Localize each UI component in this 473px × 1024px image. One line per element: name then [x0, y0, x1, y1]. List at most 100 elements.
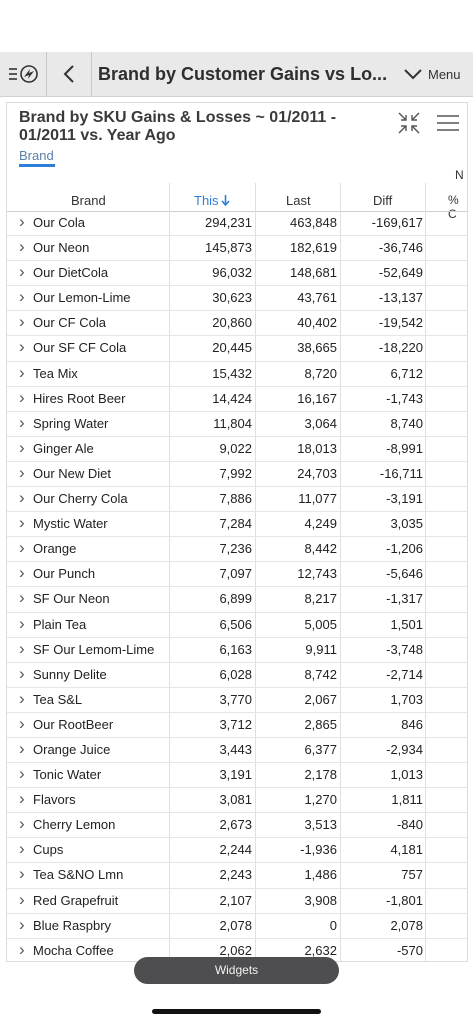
table-row[interactable]: › Tea S&NO Lmn 2,243 1,486 757 [7, 863, 467, 889]
cell-brand: Tea S&NO Lmn [33, 867, 124, 883]
table-row[interactable]: › SF Our Neon 6,899 8,217 -1,317 [7, 587, 467, 613]
table-row[interactable]: › Our Lemon-Lime 30,623 43,761 -13,137 [7, 286, 467, 312]
table-row[interactable]: › Our Punch 7,097 12,743 -5,646 [7, 562, 467, 588]
expand-chevron-icon[interactable]: › [19, 587, 25, 609]
expand-chevron-icon[interactable]: › [19, 763, 25, 785]
table-row[interactable]: › Ginger Ale 9,022 18,013 -8,991 [7, 437, 467, 462]
cell-last: 5,005 [304, 616, 337, 632]
cell-this: 3,191 [219, 767, 252, 783]
table-row[interactable]: › Orange Juice 3,443 6,377 -2,934 [7, 738, 467, 764]
cell-this: 7,284 [219, 516, 252, 532]
cell-this: 6,899 [219, 591, 252, 607]
expand-chevron-icon[interactable]: › [19, 738, 25, 760]
widgets-button[interactable]: Widgets [134, 957, 339, 984]
table-row[interactable]: › Our Cola 294,231 463,848 -169,617 [7, 211, 467, 237]
cell-diff: -16,711 [379, 465, 423, 481]
expand-chevron-icon[interactable]: › [19, 412, 25, 434]
table-row[interactable]: › Tea S&L 3,770 2,067 1,703 [7, 688, 467, 713]
table-row[interactable]: › Tonic Water 3,191 2,178 1,013 [7, 763, 467, 789]
table-row[interactable]: › Our CF Cola 20,860 40,402 -19,542 [7, 311, 467, 337]
expand-chevron-icon[interactable]: › [19, 914, 25, 936]
table-row[interactable]: › Cups 2,244 -1,936 4,181 [7, 838, 467, 864]
expand-chevron-icon[interactable]: › [19, 487, 25, 509]
expand-chevron-icon[interactable]: › [19, 211, 25, 233]
cell-last: 8,442 [304, 541, 337, 557]
expand-chevron-icon[interactable]: › [19, 537, 25, 559]
expand-chevron-icon[interactable]: › [19, 889, 25, 911]
table-row[interactable]: › SF Our Lemom-Lime 6,163 9,911 -3,748 [7, 638, 467, 663]
expand-chevron-icon[interactable]: › [19, 387, 25, 409]
cell-last: 0 [329, 917, 337, 933]
expand-chevron-icon[interactable]: › [19, 286, 25, 308]
expand-chevron-icon[interactable]: › [19, 512, 25, 534]
cell-brand: Tea Mix [33, 365, 78, 381]
table-row[interactable]: › Mystic Water 7,284 4,249 3,035 [7, 512, 467, 538]
cell-this: 145,873 [205, 240, 252, 256]
cell-this: 7,886 [219, 491, 252, 507]
cell-this: 7,992 [219, 465, 252, 481]
table-row[interactable]: › Flavors 3,081 1,270 1,811 [7, 788, 467, 814]
cell-brand: Flavors [33, 792, 76, 808]
table-row[interactable]: › Our SF CF Cola 20,445 38,665 -18,220 [7, 336, 467, 362]
cell-brand: Our New Diet [33, 465, 112, 481]
cell-diff: -5,646 [386, 566, 423, 582]
table-row[interactable]: › Red Grapefruit 2,107 3,908 -1,801 [7, 889, 467, 914]
column-header-diff[interactable]: Diff [373, 193, 392, 208]
cell-brand: Mystic Water [33, 516, 108, 532]
cell-diff: -1,801 [386, 892, 423, 908]
expand-chevron-icon[interactable]: › [19, 462, 25, 484]
cell-this: 6,028 [219, 666, 252, 682]
cell-last: 12,743 [297, 566, 337, 582]
table-row[interactable]: › Sunny Delite 6,028 8,742 -2,714 [7, 663, 467, 688]
table-row[interactable]: › Blue Raspbry 2,078 0 2,078 [7, 914, 467, 939]
table-row[interactable]: › Our Neon 145,873 182,619 -36,746 [7, 236, 467, 262]
table-row[interactable]: › Our DietCola 96,032 148,681 -52,649 [7, 261, 467, 287]
cell-last: 182,619 [290, 240, 337, 256]
table-row[interactable]: › Our RootBeer 3,712 2,865 846 [7, 713, 467, 738]
expand-chevron-icon[interactable]: › [19, 562, 25, 584]
cell-brand: Plain Tea [33, 616, 87, 632]
table-row[interactable]: › Orange 7,236 8,442 -1,206 [7, 537, 467, 563]
table-row[interactable]: › Cherry Lemon 2,673 3,513 -840 [7, 813, 467, 839]
expand-chevron-icon[interactable]: › [19, 336, 25, 358]
cell-brand: Tea S&L [33, 691, 83, 707]
menu-button[interactable]: Menu [403, 52, 461, 96]
expand-chevron-icon[interactable]: › [19, 613, 25, 635]
table-row[interactable]: › Our New Diet 7,992 24,703 -16,711 [7, 462, 467, 488]
table-row[interactable]: › Tea Mix 15,432 8,720 6,712 [7, 362, 467, 387]
cell-this: 3,712 [219, 716, 252, 732]
cell-last: -1,936 [300, 842, 337, 858]
cell-diff: -1,206 [386, 541, 423, 557]
expand-chevron-icon[interactable]: › [19, 236, 25, 258]
app-switcher-icon[interactable] [6, 52, 42, 96]
hamburger-menu-icon[interactable] [437, 115, 459, 136]
column-header-brand[interactable]: Brand [71, 193, 106, 208]
table-row[interactable]: › Hires Root Beer 14,424 16,167 -1,743 [7, 387, 467, 412]
column-header-this-label: This [194, 193, 219, 208]
expand-chevron-icon[interactable]: › [19, 638, 25, 660]
expand-chevron-icon[interactable]: › [19, 688, 25, 710]
expand-chevron-icon[interactable]: › [19, 863, 25, 885]
expand-chevron-icon[interactable]: › [19, 663, 25, 685]
expand-chevron-icon[interactable]: › [19, 311, 25, 333]
expand-chevron-icon[interactable]: › [19, 437, 25, 459]
expand-chevron-icon[interactable]: › [19, 838, 25, 860]
back-chevron-icon[interactable] [52, 52, 86, 96]
expand-chevron-icon[interactable]: › [19, 788, 25, 810]
home-indicator [152, 1009, 321, 1014]
column-header-this[interactable]: This [194, 193, 230, 208]
expand-chevron-icon[interactable]: › [19, 713, 25, 735]
expand-chevron-icon[interactable]: › [19, 939, 25, 961]
expand-chevron-icon[interactable]: › [19, 362, 25, 384]
collapse-icon[interactable] [397, 111, 421, 140]
table-row[interactable]: › Plain Tea 6,506 5,005 1,501 [7, 613, 467, 638]
dimension-tab-brand[interactable]: Brand [19, 148, 54, 163]
toolbar-divider [91, 52, 92, 96]
expand-chevron-icon[interactable]: › [19, 261, 25, 283]
column-header-last[interactable]: Last [286, 193, 311, 208]
table-row[interactable]: › Spring Water 11,804 3,064 8,740 [7, 412, 467, 437]
expand-chevron-icon[interactable]: › [19, 813, 25, 835]
cell-this: 6,163 [219, 641, 252, 657]
cell-diff: 1,811 [391, 792, 423, 808]
table-row[interactable]: › Our Cherry Cola 7,886 11,077 -3,191 [7, 487, 467, 513]
